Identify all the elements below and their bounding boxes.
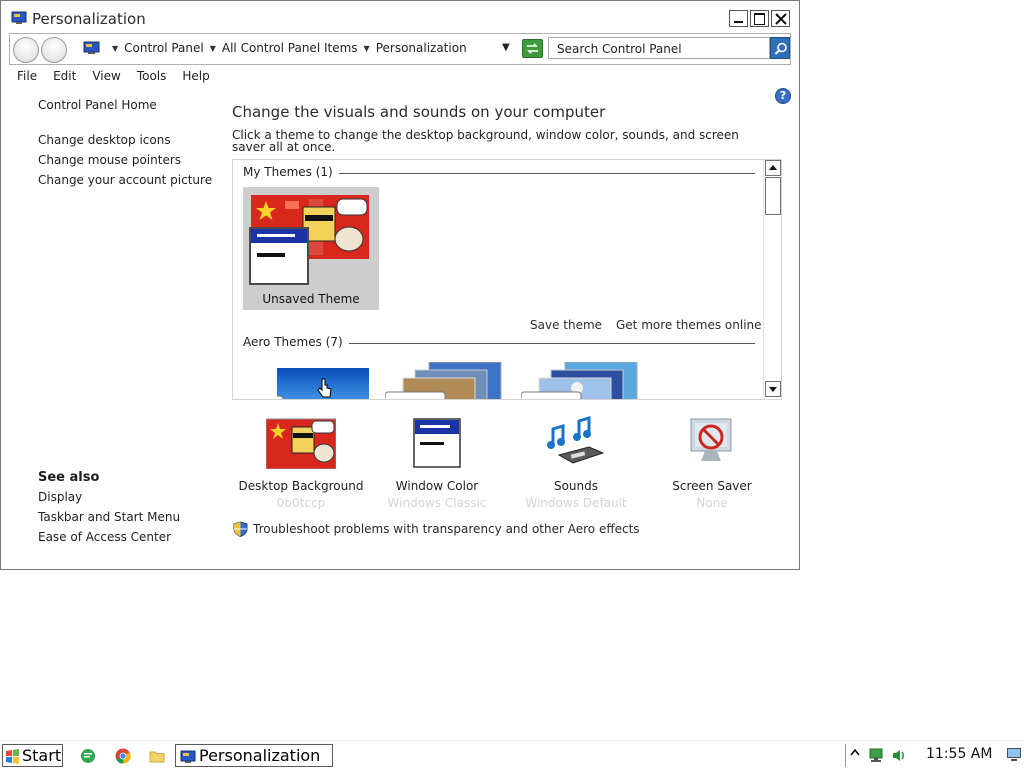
taskbar-task-label: Personalization: [199, 746, 321, 765]
back-button[interactable]: [13, 37, 39, 63]
menu-tools[interactable]: Tools: [137, 69, 167, 83]
sounds-label: Sounds: [553, 479, 599, 493]
taskbar-start-menu-link[interactable]: Taskbar and Start Menu: [38, 510, 180, 524]
crumb-arrow-icon[interactable]: ▼: [112, 44, 118, 53]
window-color-value: Windows Classic: [387, 496, 487, 510]
show-desktop-icon[interactable]: [1006, 747, 1022, 764]
control-panel-icon: [11, 11, 27, 24]
crumb-all-items[interactable]: All Control Panel Items: [222, 41, 358, 55]
close-icon: [775, 13, 787, 25]
window-color-option[interactable]: Window Color Windows Classic: [367, 415, 507, 510]
menu-file[interactable]: File: [17, 69, 37, 83]
theme-list-scrollbar[interactable]: [763, 160, 781, 399]
troubleshoot-link[interactable]: Troubleshoot problems with transparency …: [233, 521, 640, 537]
system-tray: 11:55 AM: [845, 744, 1023, 767]
menu-edit[interactable]: Edit: [53, 69, 76, 83]
crumb-personalization[interactable]: Personalization: [376, 41, 467, 55]
aero-theme-architecture[interactable]: [384, 361, 503, 399]
desktop-background-option[interactable]: Desktop Background 0b0tccp: [231, 415, 371, 510]
forward-button[interactable]: [41, 37, 67, 63]
navigation-bar: ▼ Control Panel ▼ All Control Panel Item…: [9, 33, 791, 65]
crumb-arrow-icon[interactable]: ▼: [210, 44, 216, 53]
my-themes-header: My Themes (1): [243, 165, 339, 179]
chrome-icon[interactable]: [115, 748, 131, 764]
address-dropdown-icon[interactable]: ▼: [502, 42, 510, 53]
personalization-window: Personalization ▼ Control Panel ▼ All Co…: [0, 0, 800, 570]
search-button[interactable]: [770, 37, 790, 59]
taskbar-personalization-button[interactable]: Personalization: [175, 744, 333, 767]
screen-saver-icon: [677, 415, 747, 471]
taskbar: Start Personalization 11:55 AM: [0, 740, 1024, 768]
aero-themes-header: Aero Themes (7): [243, 335, 349, 349]
get-more-themes-link[interactable]: Get more themes online: [616, 318, 762, 332]
scroll-up-button[interactable]: [765, 160, 781, 176]
arrow-up-icon: [769, 165, 777, 170]
screen-saver-option[interactable]: Screen Saver None: [642, 415, 782, 510]
refresh-button[interactable]: [522, 39, 543, 58]
search-placeholder: Search Control Panel: [557, 42, 682, 56]
change-mouse-pointers-link[interactable]: Change mouse pointers: [38, 153, 181, 167]
start-button[interactable]: Start: [2, 744, 63, 767]
screen-saver-label: Screen Saver: [672, 479, 752, 493]
window-color-icon: [402, 415, 472, 471]
refresh-icon: [527, 43, 538, 54]
minimize-button[interactable]: [729, 10, 748, 27]
theme-list: My Themes (1) Unsaved Theme Save theme G…: [232, 159, 782, 400]
security-shield-icon: [233, 521, 248, 537]
menu-help[interactable]: Help: [182, 69, 209, 83]
screen-saver-value: None: [696, 496, 728, 510]
save-theme-link[interactable]: Save theme: [530, 318, 602, 332]
search-input[interactable]: Search Control Panel: [548, 37, 770, 59]
page-description: Click a theme to change the desktop back…: [232, 128, 739, 154]
scroll-thumb[interactable]: [765, 177, 781, 215]
window-color-preview: [249, 227, 309, 285]
control-panel-icon: [180, 750, 196, 763]
window-color-label: Window Color: [395, 479, 479, 493]
show-hidden-icons-icon[interactable]: [850, 748, 860, 760]
window-title: Personalization: [32, 10, 146, 28]
windows-logo-icon: [6, 749, 19, 764]
sounds-value: Windows Default: [525, 496, 627, 510]
close-button[interactable]: [771, 10, 790, 27]
crumb-arrow-icon[interactable]: ▼: [364, 44, 370, 53]
display-link[interactable]: Display: [38, 490, 82, 504]
sounds-option[interactable]: Sounds Windows Default: [506, 415, 646, 510]
control-panel-icon: [83, 41, 100, 54]
change-account-picture-link[interactable]: Change your account picture: [38, 173, 212, 187]
clock[interactable]: 11:55 AM: [926, 746, 992, 762]
scroll-down-button[interactable]: [765, 381, 781, 397]
page-title: Change the visuals and sounds on your co…: [232, 103, 606, 121]
breadcrumb: ▼ Control Panel ▼ All Control Panel Item…: [106, 41, 467, 55]
ease-of-access-link[interactable]: Ease of Access Center: [38, 530, 171, 544]
volume-icon[interactable]: [891, 748, 907, 763]
arrow-down-icon: [769, 387, 777, 392]
search-icon: [774, 42, 787, 55]
unsaved-theme-tile[interactable]: Unsaved Theme: [243, 187, 379, 310]
desktop-background-icon: [265, 415, 337, 471]
mouse-cursor-icon: [317, 378, 332, 398]
start-label: Start: [22, 746, 62, 765]
network-icon[interactable]: [868, 748, 884, 763]
title-bar[interactable]: Personalization: [1, 1, 799, 35]
troubleshoot-text: Troubleshoot problems with transparency …: [253, 522, 640, 536]
help-button[interactable]: ?: [775, 88, 791, 104]
messenger-icon[interactable]: [80, 748, 96, 764]
desktop-background-value: 0b0tccp: [276, 496, 326, 510]
desktop-background-label: Desktop Background: [238, 479, 364, 493]
folder-icon[interactable]: [149, 748, 165, 764]
menu-view[interactable]: View: [92, 69, 120, 83]
crumb-control-panel[interactable]: Control Panel: [124, 41, 204, 55]
see-also-heading: See also: [38, 470, 100, 485]
change-desktop-icons-link[interactable]: Change desktop icons: [38, 133, 171, 147]
aero-theme-characters[interactable]: [520, 361, 639, 399]
unsaved-theme-label: Unsaved Theme: [262, 292, 360, 306]
sounds-icon: [541, 415, 611, 471]
control-panel-home-link[interactable]: Control Panel Home: [38, 98, 157, 112]
menu-bar: File Edit View Tools Help: [17, 69, 226, 83]
maximize-button[interactable]: [750, 10, 769, 27]
